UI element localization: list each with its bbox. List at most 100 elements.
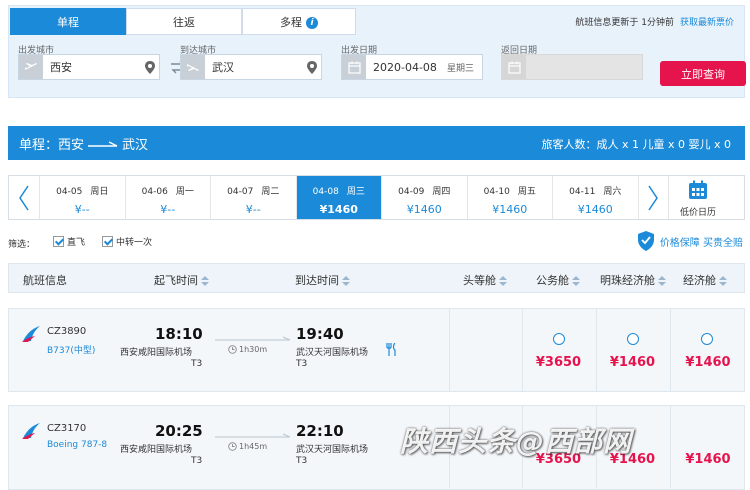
depart-date-value: 2020-04-08 [373,60,437,74]
weekday-value: 周四 [432,187,451,197]
date-cell[interactable]: 04-09 周四 ¥1460 [381,176,467,219]
arrival-time: 22:10 [296,422,344,440]
from-city-field[interactable]: 西安 [18,54,160,80]
flight-number: CZ3170 [47,423,87,434]
arrival-terminal: T3 [296,359,308,369]
price-guarantee-link[interactable]: 价格保障 买贵全赔 [637,231,743,251]
trip-type-label: 单程： [19,138,59,153]
date-lowest-price: ¥1460 [319,203,358,216]
info-icon[interactable]: i [306,17,318,29]
header-departure-time[interactable]: 起飞时间 [154,272,209,288]
fare-price[interactable]: ¥3650 [523,355,594,370]
fare-price[interactable]: ¥1460 [671,452,745,467]
route-banner: 单程： 西安 武汉 旅客人数：成人 x 1 儿童 x 0 婴儿 x 0 [8,126,745,160]
date-label: 04-07 周二 [211,184,296,197]
departure-time: 20:25 [155,422,203,440]
search-button[interactable]: 立即查询 [660,61,746,86]
route-arrow-icon [215,433,291,438]
chevron-right-icon [648,185,658,210]
direct-flight-label: 直飞 [67,238,86,248]
arrival-time: 19:40 [296,325,344,343]
location-pin-icon[interactable] [303,60,321,74]
date-cell[interactable]: 04-06 周一 ¥-- [124,176,211,219]
departure-terminal: T3 [191,456,203,466]
sort-icon [719,276,727,286]
date-cell[interactable]: 04-10 周五 ¥1460 [466,176,553,219]
flight-row: CZ3170 Boeing 787-8 20:25 西安咸阳国际机场 T3 1h… [8,405,745,490]
low-price-calendar-button[interactable]: 低价日历 [667,176,728,219]
weekday-value: 周六 [603,187,622,197]
weekday-value: 周一 [175,187,194,197]
plane-landing-icon [181,55,205,79]
date-label: 04-10 周五 [468,184,553,197]
to-city-field[interactable]: 武汉 [180,54,322,80]
date-value: 04-06 [141,187,168,197]
aircraft-type[interactable]: B737(中型) [47,343,95,356]
passenger-count: 旅客人数：成人 x 1 儿童 x 0 婴儿 x 0 [541,138,732,151]
calendar-icon [502,55,526,79]
date-cell[interactable]: 04-11 周六 ¥1460 [552,176,638,219]
date-lowest-price: ¥-- [160,203,176,216]
prev-dates-button[interactable] [9,176,39,219]
direct-flight-checkbox[interactable]: 直飞 [53,235,85,248]
economy-cell: ¥1460 [670,309,745,391]
fare-price[interactable]: ¥1460 [597,355,668,370]
header-economy-label: 经济舱 [683,274,716,287]
weekday-value: 周三 [346,187,365,197]
arrival-airport: 武汉天河国际机场 [296,445,369,455]
shield-icon [637,231,654,251]
sort-icon [342,276,350,286]
header-first-class-label: 头等舱 [463,274,496,287]
fare-radio[interactable] [701,333,713,345]
date-lowest-price: ¥1460 [406,203,442,216]
header-premium-economy[interactable]: 明珠经济舱 [600,272,666,288]
date-strip: 04-05 周日 ¥-- 04-06 周一 ¥-- 04-07 周二 ¥-- 04-08 周三 ¥14… [8,175,745,220]
from-city-value: 西安 [50,61,72,74]
transfer-once-label: 中转一次 [116,238,153,248]
fare-radio[interactable] [627,333,639,345]
depart-date-field[interactable]: 2020-04-08 星期三 [341,54,483,80]
arrival-airport: 武汉天河国际机场 [296,348,369,358]
header-departure-label: 起飞时间 [154,274,198,287]
tab-multi-city[interactable]: 多程 i [242,8,356,35]
sort-icon [658,276,666,286]
header-arrival-time[interactable]: 到达时间 [295,272,350,288]
date-value: 04-07 [227,187,254,197]
flight-number: CZ3890 [47,326,87,337]
depart-weekday: 星期三 [446,63,474,74]
first-class-cell [449,309,521,391]
date-cells: 04-05 周日 ¥-- 04-06 周一 ¥-- 04-07 周二 ¥-- 04-08 周三 ¥14… [39,176,638,219]
header-first-class[interactable]: 头等舱 [463,272,507,288]
flight-row: CZ3890 B737(中型) 18:10 西安咸阳国际机场 T3 1h30m … [8,308,745,392]
date-cell[interactable]: 04-05 周日 ¥-- [39,176,125,219]
filter-row: 筛选： 直飞 中转一次 价格保障 买贵全赔 [8,231,745,253]
clock-icon [228,442,237,451]
date-label: 04-09 周四 [382,184,467,197]
date-cell[interactable]: 04-08 周三 ¥1460 [295,176,381,219]
tab-multi-city-label: 多程 [280,16,302,29]
date-label: 04-05 周日 [40,184,125,197]
location-pin-icon[interactable] [141,60,159,74]
refresh-price-link[interactable]: 获取最新票价 [680,18,734,28]
destination-city: 武汉 [122,138,149,153]
header-economy[interactable]: 经济舱 [683,272,727,288]
flight-duration-value: 1h45m [239,442,268,451]
tab-round-trip[interactable]: 往返 [126,8,242,35]
date-label: 04-11 周六 [553,184,638,197]
business-class-cell: ¥3650 [522,309,594,391]
return-date-field[interactable] [501,54,643,80]
weekday-value: 周日 [90,187,109,197]
economy-cell: ¥1460 [670,406,745,488]
fare-radio[interactable] [553,333,565,345]
date-cell[interactable]: 04-07 周二 ¥-- [210,176,296,219]
fare-price[interactable]: ¥1460 [671,355,745,370]
origin-city: 西安 [58,138,85,153]
next-dates-button[interactable] [637,176,668,219]
aircraft-type[interactable]: Boeing 787-8 [47,440,107,450]
date-value: 04-09 [398,187,425,197]
header-business-class[interactable]: 公务舱 [536,272,580,288]
calendar-icon [342,55,366,79]
flight-duration-value: 1h30m [239,345,268,354]
transfer-once-checkbox[interactable]: 中转一次 [102,235,152,248]
tab-one-way[interactable]: 单程 [10,8,126,35]
